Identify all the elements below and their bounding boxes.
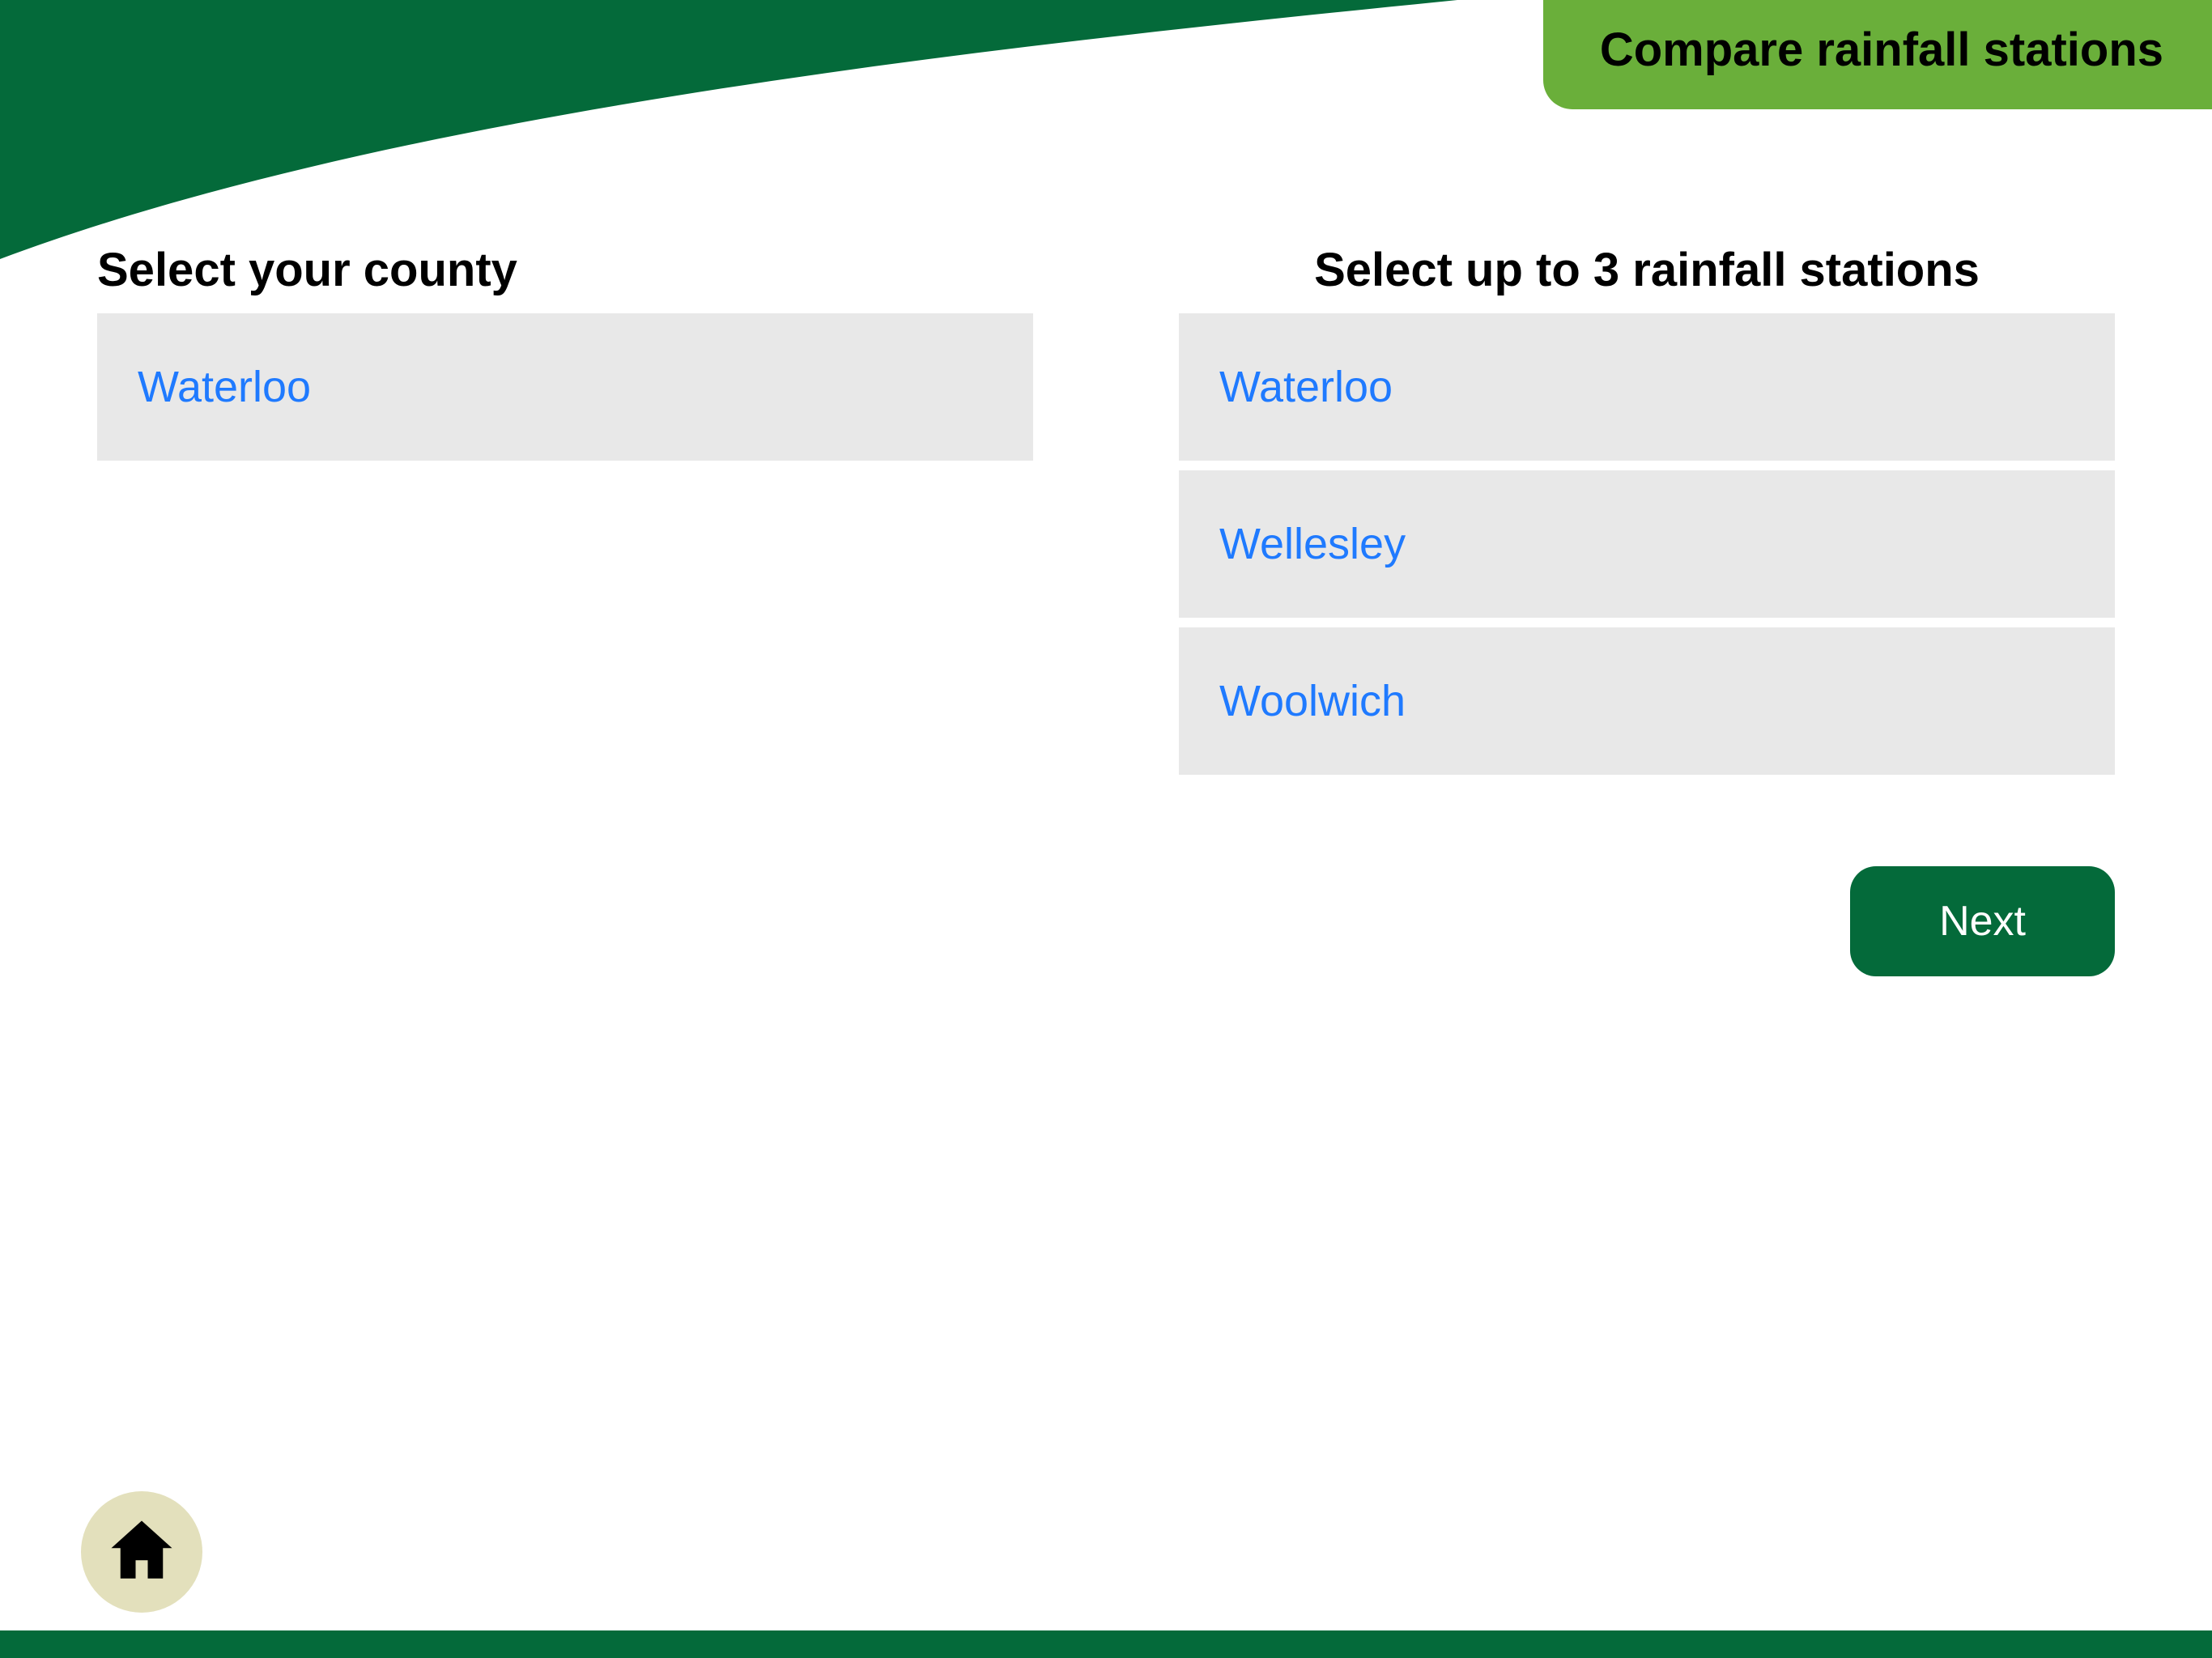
- home-button[interactable]: [81, 1491, 202, 1613]
- bottom-bar: [0, 1630, 2212, 1658]
- page-title: Compare rainfall stations: [1600, 23, 2163, 76]
- county-item[interactable]: Waterloo: [97, 313, 1033, 461]
- county-heading: Select your county: [97, 243, 1033, 297]
- page-title-tab: Compare rainfall stations: [1543, 0, 2212, 109]
- station-item-label: Wellesley: [1219, 520, 1406, 568]
- station-item[interactable]: Waterloo: [1179, 313, 2115, 461]
- main-content: Select your county Waterloo Select up to…: [97, 243, 2115, 784]
- stations-column: Select up to 3 rainfall stations Waterlo…: [1179, 243, 2115, 784]
- home-icon: [105, 1515, 178, 1590]
- stations-heading: Select up to 3 rainfall stations: [1179, 243, 2115, 297]
- station-item[interactable]: Wellesley: [1179, 470, 2115, 618]
- county-item-label: Waterloo: [138, 363, 311, 411]
- station-item-label: Waterloo: [1219, 363, 1393, 411]
- station-item-label: Woolwich: [1219, 677, 1406, 725]
- next-button-label: Next: [1939, 898, 2026, 945]
- next-button[interactable]: Next: [1850, 866, 2115, 976]
- county-column: Select your county Waterloo: [97, 243, 1033, 784]
- station-item[interactable]: Woolwich: [1179, 627, 2115, 775]
